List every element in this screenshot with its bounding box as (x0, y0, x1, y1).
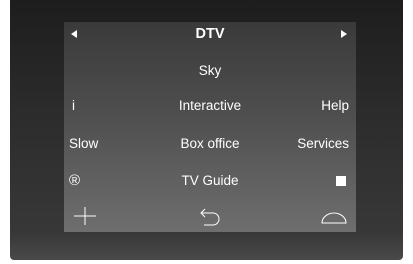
menu-row-4: ® TV Guide (64, 170, 356, 192)
next-source-button[interactable] (339, 23, 349, 45)
stop-button[interactable] (336, 170, 346, 192)
source-title: DTV (195, 26, 225, 42)
dome-button[interactable] (320, 206, 348, 226)
triangle-right-icon (341, 30, 347, 38)
bottom-icon-row (64, 204, 356, 230)
plus-button[interactable] (72, 206, 98, 226)
dome-icon (321, 212, 347, 224)
interactive-button[interactable]: Interactive (64, 95, 356, 117)
remote-device-frame: DTV Sky i Interactive Help Slow Box offi… (10, 0, 403, 260)
back-arrow-icon (200, 208, 220, 226)
menu-row-3: Slow Box office Services (64, 133, 356, 155)
sky-button[interactable]: Sky (64, 60, 356, 82)
header-row: DTV (64, 23, 356, 45)
services-button[interactable]: Services (297, 133, 349, 155)
stop-square-icon (336, 176, 346, 187)
menu-row-1: Sky (64, 60, 356, 82)
back-button[interactable] (198, 206, 222, 226)
tv-guide-button[interactable]: TV Guide (64, 170, 356, 192)
menu-row-2: i Interactive Help (64, 95, 356, 117)
remote-display-screen: DTV Sky i Interactive Help Slow Box offi… (64, 22, 356, 232)
plus-icon (74, 207, 96, 225)
help-button[interactable]: Help (321, 95, 349, 117)
